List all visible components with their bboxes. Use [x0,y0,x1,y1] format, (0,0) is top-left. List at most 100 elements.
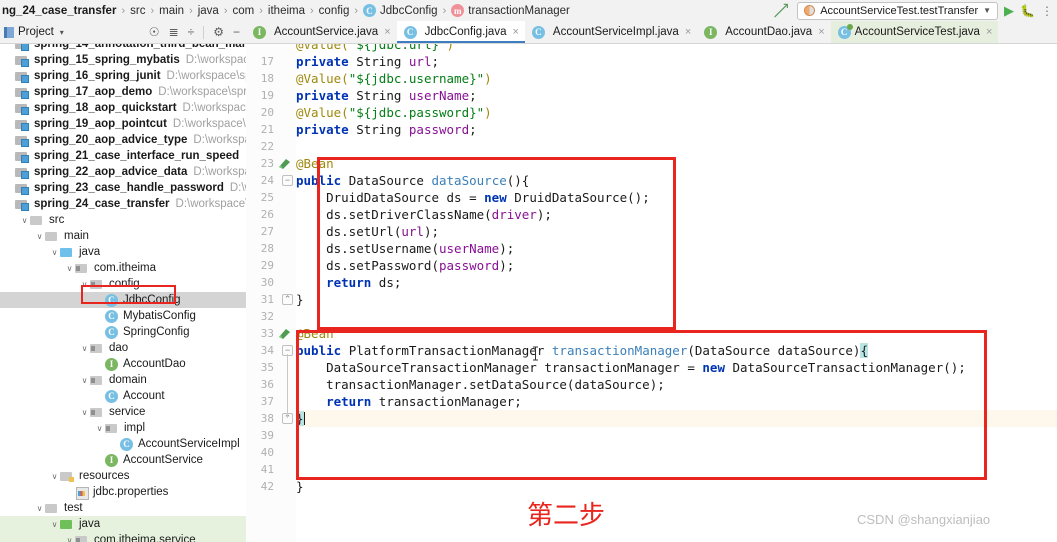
hide-icon[interactable]: − [233,26,240,38]
tree-node-spring-14-annotation-third-bean-manager[interactable]: • spring_14_annotation_third_bean_manager [0,44,246,52]
chevron-down-icon[interactable]: ∨ [64,264,75,273]
tree-node-spring-18-aop-quickstart[interactable]: • spring_18_aop_quickstart D:\workspace\sp… [0,100,246,116]
tab-accountservice[interactable]: I AccountService.java × [246,21,397,43]
tree-node-java[interactable]: ∨ java [0,244,246,260]
more-icon[interactable]: ⋮ [1041,4,1053,18]
close-icon[interactable]: × [818,26,824,38]
code-line[interactable]: @Bean [296,325,334,342]
code-line[interactable]: } [296,478,304,495]
tree-node-jdbc-properties[interactable]: • jdbc.properties [0,484,246,500]
tree-node-spring-23-case-handle-password[interactable]: • spring_23_case_handle_password D:\worksp [0,180,246,196]
tree-node-src[interactable]: ∨ src [0,212,246,228]
tree-node-mybatisconfig[interactable]: •C MybatisConfig [0,308,246,324]
breadcrumb-root[interactable]: ng_24_case_transfer [2,5,116,17]
chevron-down-icon[interactable]: ∨ [34,504,45,513]
breadcrumb-item-jdbcconfig[interactable]: C JdbcConfig [363,4,438,17]
close-icon[interactable]: × [384,26,390,38]
chevron-down-icon[interactable]: ∨ [49,248,60,257]
tab-accountservicetest[interactable]: C AccountServiceTest.java × [830,21,999,43]
run-bean-marker-icon[interactable] [278,327,291,340]
code-fold-toggle[interactable]: − [282,175,293,186]
tree-node-springconfig[interactable]: •C SpringConfig [0,324,246,340]
tree-node-test[interactable]: ∨ test [0,500,246,516]
chevron-down-icon[interactable]: ∨ [19,216,30,225]
tree-node-domain[interactable]: ∨ domain [0,372,246,388]
chevron-down-icon[interactable]: ▾ [60,28,64,37]
tree-node-main[interactable]: ∨ main [0,228,246,244]
tree-node-spring-20-aop-advice-type[interactable]: • spring_20_aop_advice_type D:\workspace\s… [0,132,246,148]
tree-node-dao[interactable]: ∨ dao [0,340,246,356]
run-icon[interactable]: ▶ [1004,3,1014,19]
breadcrumb-item-java[interactable]: java [198,5,219,17]
code-line[interactable]: DataSourceTransactionManager transaction… [296,359,966,376]
chevron-down-icon[interactable]: ∨ [49,520,60,529]
project-tool-title-group[interactable]: Project ▾ [0,26,64,38]
tree-node-spring-17-aop-demo[interactable]: • spring_17_aop_demo D:\workspace\spring\s [0,84,246,100]
chevron-down-icon[interactable]: ∨ [79,344,90,353]
collapse-all-icon[interactable]: ÷ [188,26,195,38]
code-line[interactable]: @Bean [296,155,334,172]
tree-node-com-itheima-service[interactable]: ∨ com.itheima.service [0,532,246,542]
tab-jdbcconfig[interactable]: C JdbcConfig.java × [396,21,526,43]
settings-icon[interactable]: ⚙ [213,26,224,38]
tab-accountdao[interactable]: I AccountDao.java × [697,21,830,43]
code-line[interactable]: ds.setPassword(password); [296,257,514,274]
breadcrumb-item-main[interactable]: main [159,5,184,17]
tree-node-account[interactable]: •C Account [0,388,246,404]
tree-node-spring-16-spring-junit[interactable]: • spring_16_spring_junit D:\workspace\spri… [0,68,246,84]
code-line[interactable]: transactionManager.setDataSource(dataSou… [296,376,665,393]
code-line[interactable]: } [296,410,305,427]
tree-node-java[interactable]: ∨ java [0,516,246,532]
chevron-down-icon[interactable]: ∨ [79,280,90,289]
close-icon[interactable]: × [986,26,992,38]
tree-node-service[interactable]: ∨ service [0,404,246,420]
tree-node-resources[interactable]: ∨ resources [0,468,246,484]
code-line[interactable]: @Value("${jdbc.username}") [296,70,492,87]
tab-accountserviceimpl[interactable]: C AccountServiceImpl.java × [525,21,697,43]
tree-node-spring-15-spring-mybatis[interactable]: • spring_15_spring_mybatis D:\workspace\sp… [0,52,246,68]
code-line[interactable]: public PlatformTransactionManager transa… [296,342,868,359]
chevron-down-icon[interactable]: ∨ [64,536,75,542]
chevron-down-icon[interactable]: ∨ [79,376,90,385]
tree-node-spring-19-aop-pointcut[interactable]: • spring_19_aop_pointcut D:\workspace\spri… [0,116,246,132]
breadcrumb-item-src[interactable]: src [130,5,145,17]
code-content[interactable]: @Value("${jdbc.url}") private String url;… [296,44,1057,542]
code-line[interactable]: @Value("${jdbc.password}") [296,104,492,121]
chevron-down-icon[interactable]: ∨ [34,232,45,241]
code-line[interactable]: @Value("${jdbc.url}") [296,44,454,53]
tree-node-accountdao[interactable]: •I AccountDao [0,356,246,372]
code-line[interactable]: return transactionManager; [296,393,522,410]
project-tree[interactable]: • spring_14_annotation_third_bean_manager… [0,44,246,542]
code-line[interactable]: return ds; [296,274,401,291]
chevron-down-icon[interactable]: ∨ [94,424,105,433]
breadcrumb-item-com[interactable]: com [233,5,255,17]
close-icon[interactable]: × [512,26,518,38]
breadcrumb-item-itheima[interactable]: itheima [268,5,305,17]
chevron-down-icon[interactable]: ∨ [49,472,60,481]
tree-node-accountserviceimpl[interactable]: •C AccountServiceImpl [0,436,246,452]
code-line[interactable]: ds.setUsername(userName); [296,240,514,257]
editor-gutter[interactable]: 17 18 19 20 21 22 23 24 25 26 27 28 29 30 31 32 33 34 35 36… [246,44,296,542]
locate-icon[interactable]: ☉ [149,26,160,38]
code-fold-toggle[interactable]: ⌃ [282,294,293,305]
code-line[interactable]: DruidDataSource ds = new DruidDataSource… [296,189,650,206]
code-line[interactable]: } [296,291,304,308]
tree-node-spring-24-case-transfer[interactable]: • spring_24_case_transfer D:\workspace\spr… [0,196,246,212]
close-icon[interactable]: × [685,26,691,38]
tree-node-impl[interactable]: ∨ impl [0,420,246,436]
code-line[interactable]: private String userName; [296,87,477,104]
run-bean-marker-icon[interactable] [278,157,291,170]
tree-node-accountservice[interactable]: •I AccountService [0,452,246,468]
breadcrumb-item-config[interactable]: config [319,5,350,17]
tree-node-spring-22-aop-advice-data[interactable]: • spring_22_aop_advice_data D:\workspace\s… [0,164,246,180]
chevron-down-icon[interactable]: ∨ [79,408,90,417]
code-editor[interactable]: 17 18 19 20 21 22 23 24 25 26 27 28 29 30 31 32 33 34 35 36… [246,44,1057,542]
code-line[interactable]: ds.setDriverClassName(driver); [296,206,552,223]
run-configuration-selector[interactable]: AccountServiceTest.testTransfer ▼ [797,1,999,20]
code-line[interactable]: public DataSource dataSource(){ [296,172,529,189]
tree-node-com-itheima[interactable]: ∨ com.itheima [0,260,246,276]
breadcrumb-item-transactionmanager[interactable]: m transactionManager [451,4,570,17]
expand-all-icon[interactable]: ≣ [169,26,179,38]
code-line[interactable]: private String url; [296,53,439,70]
tree-node-jdbcconfig[interactable]: •C JdbcConfig [0,292,246,308]
